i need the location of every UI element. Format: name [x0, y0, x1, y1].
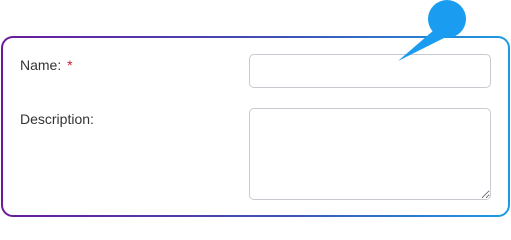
name-label: Name: * — [20, 57, 73, 73]
name-label-text: Name: — [20, 57, 62, 73]
callout-pointer-icon — [398, 0, 466, 61]
form-stage: Name: * Description: — [0, 0, 511, 218]
description-textarea[interactable] — [249, 108, 491, 200]
description-label: Description: — [20, 111, 94, 127]
required-marker: * — [67, 57, 73, 73]
